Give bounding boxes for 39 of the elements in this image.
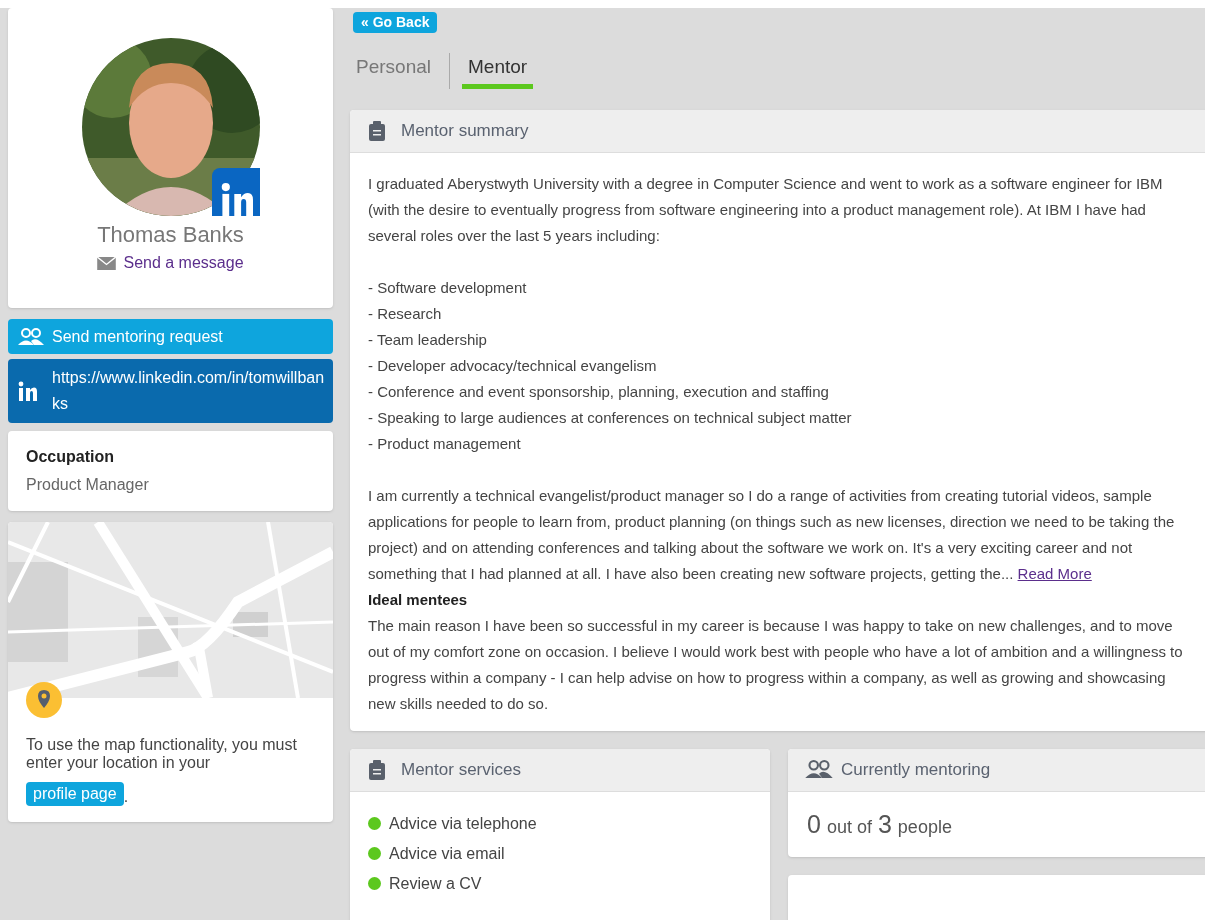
linkedin-badge-icon	[211, 168, 260, 216]
tab[interactable]: Mentor	[462, 53, 534, 89]
role-item: - Speaking to large audiences at conferences on technical subject matter	[368, 407, 853, 428]
role-item: - Team leadership	[368, 329, 488, 350]
count-unit: people	[897, 815, 952, 839]
location-pin-icon	[26, 682, 62, 718]
clipboard-icon	[369, 120, 385, 141]
role-item: - Software development	[368, 277, 528, 298]
map-notice: To use the map functionality, you must enter your location in your	[26, 736, 298, 772]
read-more-link[interactable]: Read More	[1017, 564, 1092, 582]
send-message-link[interactable]: Send a message	[97, 251, 244, 275]
mentee-capacity: 3	[877, 808, 892, 840]
linkedin-icon	[18, 381, 38, 401]
mentee-count: 0	[807, 808, 821, 840]
people-icon	[805, 760, 833, 779]
section-heading: Ideal mentees	[368, 589, 469, 610]
summary-paragraph: I am currently a technical evangelist/product manager so I do a range of activities from creating tutorial videos, sample applications for people to learn from, product planning (on things such as new licenses, direction we need to be taking the project) and on attending conferences and talking about the software we work on. It's a very exciting career and not something that I had planned at all. I have also been creating new software projects, getting the... Read More	[368, 485, 1176, 584]
profile-name: Thomas Banks	[97, 221, 244, 249]
role-item: - Research	[368, 303, 443, 324]
people-icon	[18, 327, 44, 346]
service-item: Advice via email	[389, 843, 505, 864]
linkedin-link[interactable]: https://www.linkedin.com/in/tomwillbanks	[8, 359, 333, 423]
card-title: Mentor services	[401, 758, 521, 781]
summary-paragraph: The main reason I have been so successful in my career is because I was happy to take on new challenges, and to move out of my comfort zone on occasion. I believe I would work best with people who have a lot of ambition and a willingness to progress within a company - I can help advise on how to progress within a company, as well as growing and showcasing new skills needed to do so.	[368, 615, 1184, 714]
tab[interactable]: Personal	[350, 53, 437, 89]
card-title: Currently mentoring	[841, 758, 991, 781]
sentence-period: .	[123, 788, 129, 806]
service-item: Review a CV	[389, 873, 482, 894]
role-item: - Developer advocacy/technical evangelism	[368, 355, 658, 376]
clipboard-check-icon	[369, 759, 385, 780]
role-item: - Product management	[368, 433, 522, 454]
count-label: out of	[826, 815, 872, 839]
occupation-label: Occupation	[26, 447, 115, 467]
occupation-value: Product Manager	[26, 475, 150, 495]
role-item: - Conference and event sponsorship, planning, execution and staffing	[368, 381, 830, 402]
envelope-icon	[97, 256, 117, 270]
summary-paragraph: I graduated Aberystwyth University with a degree in Computer Science and went to work as a software engineer for IBM (with the desire to eventually progress from software engineering into a product management role). At IBM I have had several roles over the last 5 years including:	[368, 173, 1164, 246]
service-item: Advice via telephone	[389, 813, 537, 834]
card-title: Mentor summary	[401, 119, 529, 142]
